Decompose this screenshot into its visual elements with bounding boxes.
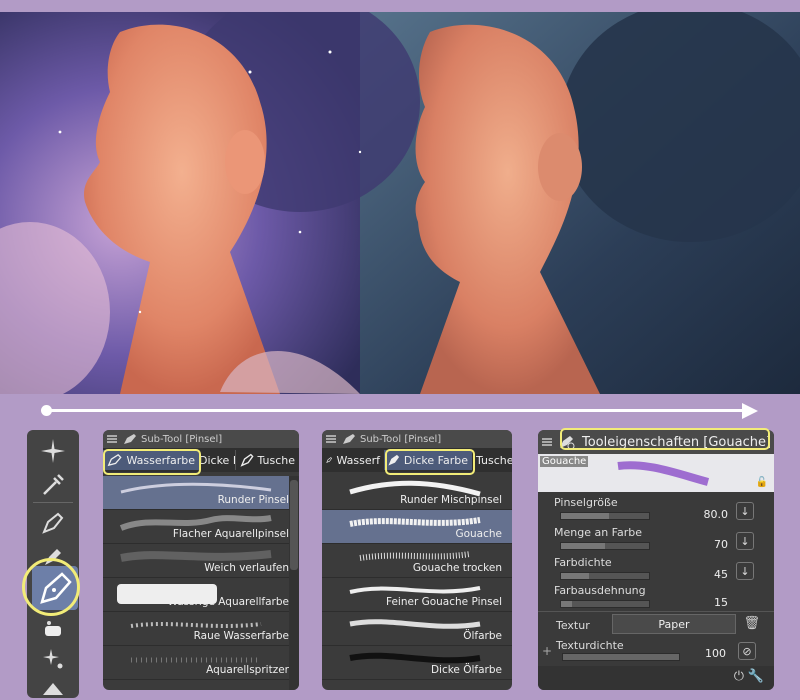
tab-label: Tusche — [476, 453, 512, 467]
brush-label: Dicke Ölfarbe — [430, 664, 502, 676]
brush-item-aquarellspritzer[interactable]: Aquarellspritzer — [103, 646, 299, 680]
tab-label: Wasserf — [336, 453, 380, 467]
brush-item-gouache[interactable]: Gouache — [322, 510, 512, 544]
panel-title: Sub-Tool [Pinsel] — [360, 433, 442, 445]
brush-item-waessrige-aquarellfarbe[interactable]: Wässrige Aquarellfarbe — [103, 578, 299, 612]
property-value[interactable]: 45 — [714, 568, 728, 581]
brush-tab-icon — [326, 457, 333, 463]
property-label: Texturdichte — [556, 639, 624, 652]
brush-label: Aquarellspritzer — [206, 664, 289, 676]
brush-preview: Gouache 🔓 — [538, 454, 774, 492]
texture-label: Textur — [556, 619, 590, 632]
brush-label: Wässrige Aquarellfarbe — [167, 596, 290, 608]
panel-header: Sub-Tool [Pinsel] — [322, 430, 512, 448]
active-tool-highlight — [22, 558, 80, 616]
property-value[interactable]: 80.0 — [704, 508, 729, 521]
fill-icon[interactable] — [33, 674, 73, 698]
brush-item-flacher-aquarellpinsel[interactable]: Flacher Aquarellpinsel — [103, 510, 299, 544]
artwork-banner — [0, 12, 800, 394]
brush-item-dicke-oelfarbe[interactable]: Dicke Ölfarbe — [322, 646, 512, 680]
menu-icon[interactable] — [542, 438, 552, 446]
menu-icon[interactable] — [326, 435, 336, 443]
eyedropper-icon[interactable] — [33, 468, 73, 502]
brush-list: Runder Mischpinsel Gouache Gouache trock… — [322, 476, 512, 690]
property-label: Farbdichte — [554, 556, 612, 569]
property-value[interactable]: 70 — [714, 538, 728, 551]
menu-icon[interactable] — [107, 435, 117, 443]
property-row-menge-an-farbe: Menge an Farbe 70 ↓ — [554, 526, 754, 552]
pressure-icon[interactable]: ↓ — [736, 532, 754, 550]
property-value[interactable]: 15 — [714, 596, 728, 609]
property-slider[interactable] — [560, 600, 650, 608]
texture-row: Textur Paper 🗑 — [538, 611, 774, 637]
brush-small-icon — [343, 434, 355, 444]
brush-label: Raue Wasserfarbe — [193, 630, 289, 642]
brush-small-icon — [124, 434, 136, 444]
property-row-pinselgroesse: Pinselgröße 80.0 ↓ — [554, 496, 754, 522]
pen-tab-icon — [240, 453, 254, 467]
tab-highlight — [103, 449, 201, 475]
property-slider[interactable] — [562, 653, 680, 661]
wrench-icon[interactable]: 🔧 — [748, 669, 764, 684]
brush-item-weich-verlaufen[interactable]: Weich verlaufen — [103, 544, 299, 578]
property-slider[interactable] — [560, 512, 650, 520]
property-label: Farbausdehnung — [554, 584, 646, 597]
brush-item-runder-mischpinsel[interactable]: Runder Mischpinsel — [322, 476, 512, 510]
trash-icon[interactable]: 🗑 — [743, 616, 760, 631]
property-value[interactable]: 100 — [705, 647, 726, 660]
pressure-off-icon[interactable]: ⊘ — [738, 642, 756, 660]
pen-icon[interactable] — [33, 506, 73, 540]
expand-icon[interactable]: + — [542, 644, 552, 658]
panel-header: Sub-Tool [Pinsel] — [103, 430, 299, 448]
brush-item-raue-wasserfarbe[interactable]: Raue Wasserfarbe — [103, 612, 299, 646]
preview-label: Gouache — [540, 456, 589, 467]
brush-label: Runder Pinsel — [217, 494, 289, 506]
brush-list: Runder Pinsel Flacher Aquarellpinsel Wei… — [103, 476, 299, 690]
title-highlight — [560, 428, 770, 450]
brush-label: Gouache — [455, 528, 502, 540]
tab-dicke-farbe[interactable]: Dicke F — [199, 450, 235, 470]
effects-icon[interactable] — [33, 642, 73, 676]
property-slider[interactable] — [560, 572, 650, 580]
sparkle-icon[interactable] — [33, 434, 73, 468]
brush-label: Gouache trocken — [412, 562, 502, 574]
property-row-texturdichte: + Texturdichte 100 ⊘ — [538, 638, 774, 664]
eraser-icon[interactable] — [33, 612, 73, 646]
pressure-icon[interactable]: ↓ — [736, 562, 754, 580]
brush-label: Ölfarbe — [463, 630, 502, 642]
tab-highlight — [385, 449, 475, 475]
property-label: Pinselgröße — [554, 496, 618, 509]
property-label: Menge an Farbe — [554, 526, 643, 539]
brush-label: Flacher Aquarellpinsel — [172, 528, 289, 540]
panel-title: Sub-Tool [Pinsel] — [141, 433, 223, 445]
tab-label: Dicke F — [199, 453, 235, 467]
tab-tusche[interactable]: Tusche — [235, 450, 299, 470]
toolbar-divider — [33, 502, 73, 503]
lock-icon[interactable]: 🔓 — [756, 477, 768, 488]
brush-label: Weich verlaufen — [204, 562, 289, 574]
brush-item-oelfarbe[interactable]: Ölfarbe — [322, 612, 512, 646]
brush-label: Runder Mischpinsel — [400, 494, 502, 506]
tab-wasserfarbe[interactable]: Wasserf — [322, 450, 384, 470]
brush-label: Feiner Gouache Pinsel — [385, 596, 502, 608]
tab-tusche[interactable]: Tusche — [472, 450, 512, 470]
reset-icon[interactable]: ⏻ — [734, 669, 744, 684]
property-row-farbausdehnung: Farbausdehnung 15 — [554, 584, 754, 610]
scroll-thumb[interactable] — [290, 480, 298, 570]
progress-arrow-head — [742, 403, 758, 419]
tool-properties-panel: Tooleigenschaften [Gouache] Gouache 🔓 Pi… — [538, 430, 774, 690]
progress-arrow-line — [46, 409, 746, 412]
scrollbar[interactable] — [289, 476, 299, 690]
pressure-icon[interactable]: ↓ — [736, 502, 754, 520]
brush-item-feiner-gouache-pinsel[interactable]: Feiner Gouache Pinsel — [322, 578, 512, 612]
brush-item-runder-pinsel[interactable]: Runder Pinsel — [103, 476, 299, 510]
texture-select[interactable]: Paper — [612, 614, 736, 634]
brush-item-gouache-trocken[interactable]: Gouache trocken — [322, 544, 512, 578]
tab-label: Tusche — [257, 453, 295, 467]
panel-footer: ⏻ 🔧 — [538, 666, 774, 690]
property-slider[interactable] — [560, 542, 650, 550]
property-row-farbdichte: Farbdichte 45 ↓ — [554, 556, 754, 582]
